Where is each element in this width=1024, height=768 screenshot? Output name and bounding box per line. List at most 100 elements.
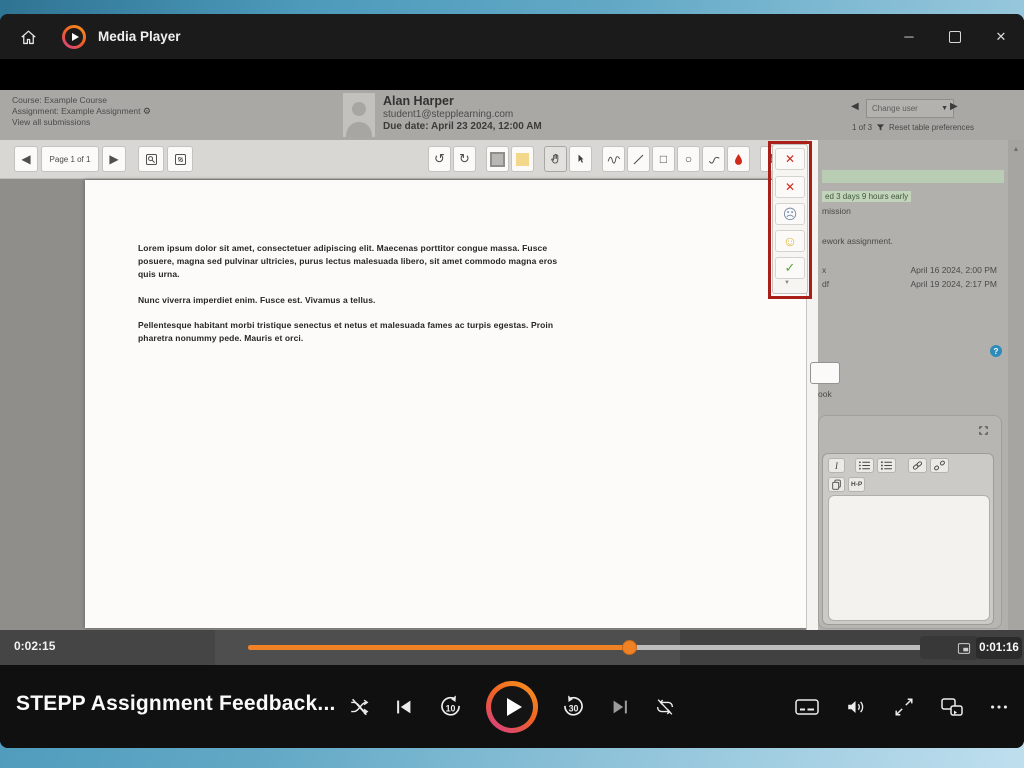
cast-button[interactable]	[939, 696, 965, 718]
previous-icon	[393, 696, 415, 718]
rotate-cw-button[interactable]: ↻	[453, 146, 476, 172]
video-frame[interactable]: Course: Example Course Assignment: Examp…	[0, 59, 1024, 630]
link-button[interactable]	[908, 458, 927, 473]
hand-icon	[549, 152, 562, 166]
freehand-icon	[607, 153, 621, 165]
app-title: Media Player	[98, 14, 181, 59]
change-user-select[interactable]: Change user ▼	[866, 99, 954, 118]
highlight-color-button[interactable]	[511, 146, 534, 172]
view-all-submissions-link[interactable]: View all submissions	[12, 117, 151, 128]
copy-content-button[interactable]	[828, 477, 845, 492]
italic-button[interactable]: I	[828, 458, 845, 473]
app-logo	[60, 23, 88, 51]
minimize-button[interactable]: ─	[886, 14, 932, 59]
stamp-x-button[interactable]: ✕	[775, 148, 805, 170]
stamp-x-option[interactable]: ✕	[775, 176, 805, 198]
next-user-button[interactable]: ▶	[950, 101, 958, 112]
hand-tool-button[interactable]	[544, 146, 567, 172]
unlink-icon	[933, 460, 946, 471]
copy-icon	[831, 479, 842, 491]
assignment-note: ework assignment.	[822, 236, 893, 246]
volume-icon	[843, 696, 869, 718]
previous-user-button[interactable]: ◀	[851, 101, 859, 112]
file-name[interactable]: df	[822, 279, 829, 289]
sidebar-scroll-track[interactable]: ▲	[1008, 140, 1024, 630]
zoom-button[interactable]	[138, 146, 164, 172]
seek-aux-button[interactable]	[920, 636, 954, 659]
rewind-10-button[interactable]: 10	[437, 694, 464, 719]
file-date: April 16 2024, 2:00 PM	[911, 265, 997, 275]
next-track-button[interactable]	[609, 696, 631, 718]
play-button[interactable]	[486, 681, 538, 733]
mini-preview-button[interactable]	[950, 636, 978, 660]
close-button[interactable]: ✕	[978, 14, 1024, 59]
course-label: Course: Example Course	[12, 95, 151, 106]
freehand-tool-button[interactable]	[602, 146, 625, 172]
filter-icon[interactable]	[876, 123, 885, 132]
rectangle-tool-button[interactable]: □	[652, 146, 675, 172]
droplet-icon	[733, 153, 744, 166]
submission-label: mission	[822, 206, 851, 216]
more-options-button[interactable]	[988, 696, 1010, 718]
now-playing-title: STEPP Assignment Feedback...	[16, 692, 336, 716]
numbered-list-icon	[880, 460, 893, 471]
cursor-tool-button[interactable]	[569, 146, 592, 172]
x-stamp-icon: ✕	[785, 152, 795, 166]
maximize-button[interactable]	[932, 14, 978, 59]
assignment-text: Assignment: Example Assignment	[12, 106, 141, 116]
seek-track[interactable]	[248, 645, 936, 650]
document-text: Lorem ipsum dolor sit amet, consectetuer…	[138, 242, 563, 357]
prev-page-button[interactable]: ◀	[14, 146, 38, 172]
reset-preferences-link[interactable]: Reset table preferences	[889, 123, 974, 132]
highlight-swatch-icon	[516, 153, 529, 166]
unlink-button[interactable]	[930, 458, 949, 473]
feedback-textarea[interactable]	[828, 495, 990, 621]
dropdown-scroll-icon[interactable]: ▼	[784, 280, 790, 286]
x-stamp-icon: ✕	[785, 180, 795, 194]
select-area-button[interactable]	[486, 146, 509, 172]
home-button[interactable]	[14, 23, 42, 51]
next-page-button[interactable]: ▶	[102, 146, 126, 172]
fit-page-button[interactable]	[167, 146, 193, 172]
ellipse-tool-button[interactable]: ○	[677, 146, 700, 172]
pagination-label: 1 of 3	[852, 123, 872, 132]
help-icon[interactable]: ?	[990, 345, 1002, 357]
fullscreen-button[interactable]	[892, 696, 916, 718]
color-drop-button[interactable]	[727, 146, 750, 172]
curve-tool-button[interactable]	[702, 146, 725, 172]
smile-face-icon: ☺	[783, 233, 797, 249]
bullet-list-button[interactable]	[855, 458, 874, 473]
score-input[interactable]	[810, 362, 840, 384]
stamp-smile-option[interactable]: ☺	[775, 230, 805, 252]
submission-status-bar	[822, 170, 1004, 183]
volume-button[interactable]	[843, 696, 869, 718]
feedback-editor[interactable]: I	[822, 453, 994, 625]
student-avatar	[343, 93, 375, 137]
stamp-check-option[interactable]: ✓	[775, 257, 805, 279]
file-name[interactable]: x	[822, 265, 826, 275]
checkmark-icon: ✓	[785, 260, 796, 276]
h5p-insert-button[interactable]: H-P	[848, 477, 865, 492]
rotate-ccw-button[interactable]: ↺	[428, 146, 451, 172]
line-tool-button[interactable]	[627, 146, 650, 172]
fit-expand-icon	[173, 152, 188, 167]
forward-30-button[interactable]: 30	[560, 694, 587, 719]
remaining-time: 0:01:16	[976, 637, 1022, 659]
scroll-up-icon[interactable]: ▲	[1008, 146, 1024, 153]
paragraph: Lorem ipsum dolor sit amet, consectetuer…	[138, 242, 563, 282]
previous-track-button[interactable]	[393, 696, 415, 718]
seek-thumb[interactable]	[622, 640, 637, 655]
gradebook-label: ook	[818, 389, 832, 399]
assignment-label: Assignment: Example Assignment ⚙	[12, 106, 151, 117]
stamp-sad-option[interactable]: ☹	[775, 203, 805, 225]
numbered-list-button[interactable]	[877, 458, 896, 473]
expand-panel-icon[interactable]	[978, 425, 989, 436]
sad-face-icon: ☹	[783, 206, 798, 223]
gear-icon[interactable]: ⚙	[143, 106, 151, 116]
repeat-off-button[interactable]	[653, 696, 677, 718]
seek-bar-row: 0:02:15 0:01:16	[0, 630, 1024, 665]
shuffle-off-button[interactable]	[347, 696, 371, 718]
person-icon	[343, 93, 375, 137]
next-icon	[609, 696, 631, 718]
captions-button[interactable]	[794, 696, 820, 718]
